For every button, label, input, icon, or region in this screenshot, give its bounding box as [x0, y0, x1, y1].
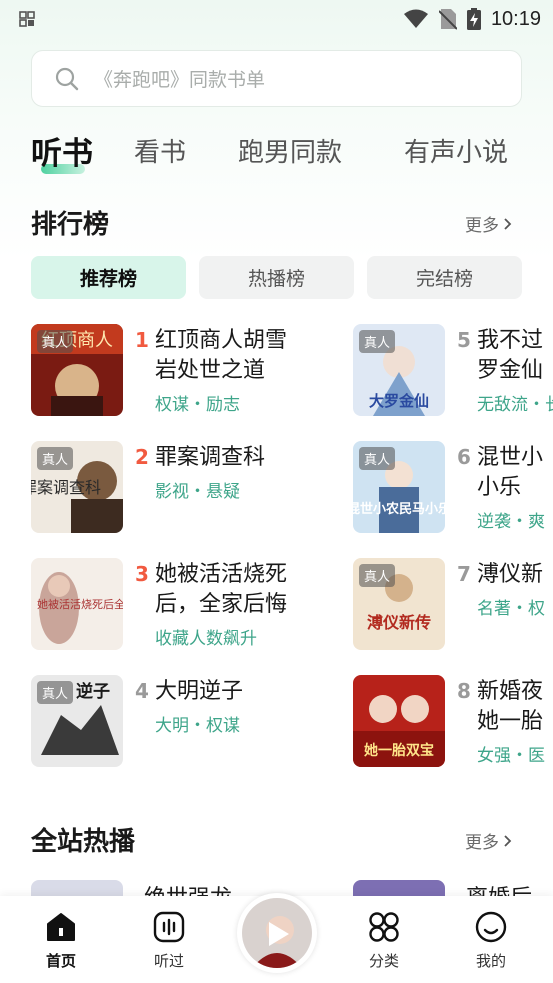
- nav-history-label: 听过: [153, 952, 184, 970]
- rank-number: 4: [135, 679, 149, 703]
- book-title: 新婚夜她一胎: [477, 679, 544, 734]
- ranking-item[interactable]: 溥仪新传 真人 7 溥仪新 名著・权: [353, 558, 553, 654]
- rank-number: 1: [135, 328, 149, 352]
- cover-title: 罪案调查科: [31, 478, 101, 497]
- book-title: 罪案调查科: [155, 445, 266, 470]
- nav-home-label: 首页: [45, 952, 76, 970]
- cover-title: 逆子: [76, 681, 110, 702]
- book-title: 大明逆子: [155, 679, 244, 704]
- app-grid-icon: [19, 11, 35, 27]
- nav-history[interactable]: 听过: [134, 910, 204, 971]
- rank-number: 6: [457, 445, 471, 469]
- hot-more-link[interactable]: 更多: [465, 828, 513, 853]
- chevron-right-icon: [504, 217, 512, 230]
- book-tags: 逆袭・爽: [477, 512, 545, 532]
- status-bar: 10:19: [0, 0, 553, 38]
- rank-number: 5: [457, 328, 471, 352]
- book-cover: 大罗金仙 真人: [353, 324, 445, 416]
- battery-icon: [466, 8, 481, 30]
- status-time: 10:19: [490, 7, 541, 30]
- ranking-more-link[interactable]: 更多: [465, 211, 513, 236]
- real-voice-badge: 真人: [37, 681, 74, 704]
- real-voice-badge: 真人: [359, 564, 396, 587]
- no-sim-icon: [438, 9, 457, 30]
- nav-home[interactable]: 首页: [26, 910, 96, 971]
- ranking-item[interactable]: 混世小农民马小乐 真人 6 混世小小乐 逆袭・爽: [353, 441, 553, 537]
- play-icon: [269, 922, 289, 946]
- hot-section-title: 全站热播: [31, 827, 136, 857]
- book-cover: 溥仪新传 真人: [353, 558, 445, 650]
- cover-title: 她被活活烧死后全家后悔了: [37, 597, 123, 611]
- book-tags: 大明・权谋: [155, 716, 240, 736]
- real-voice-badge: 真人: [359, 447, 396, 470]
- ranking-item[interactable]: 红顶商人 真人 1 红顶商人胡雪岩处世之道 权谋・励志: [31, 324, 331, 420]
- ranking-more-label: 更多: [465, 216, 499, 236]
- ranking-item[interactable]: 逆子 真人 4 大明逆子 大明・权谋: [31, 675, 331, 771]
- search-placeholder: 《奔跑吧》同款书单: [94, 69, 266, 91]
- cover-title: 她一胎双宝: [364, 742, 434, 759]
- book-cover: 她一胎双宝: [353, 675, 445, 767]
- category-tabs: 听书 看书 跑男同款 有声小说: [31, 128, 553, 178]
- ranking-item[interactable]: 她一胎双宝 8 新婚夜她一胎 女强・医: [353, 675, 553, 771]
- ranking-item[interactable]: 大罗金仙 真人 5 我不过罗金仙 无敌流・长: [353, 324, 553, 420]
- tab-recommend[interactable]: 推荐榜: [31, 256, 186, 299]
- book-cover: 混世小农民马小乐 真人: [353, 441, 445, 533]
- tab-read[interactable]: 看书: [134, 132, 186, 169]
- book-cover: 红顶商人 真人: [31, 324, 123, 416]
- rank-number: 3: [135, 562, 149, 586]
- book-title: 我不过罗金仙: [477, 328, 544, 383]
- book-tags: 无敌流・长: [477, 395, 553, 415]
- tab-listen[interactable]: 听书: [31, 128, 93, 173]
- book-title: 混世小小乐: [477, 445, 544, 500]
- book-tags: 收藏人数飙升: [155, 629, 257, 649]
- book-title: 红顶商人胡雪岩处世之道: [155, 328, 288, 383]
- book-cover: 罪案调查科 真人: [31, 441, 123, 533]
- search-input[interactable]: 《奔跑吧》同款书单: [31, 50, 522, 107]
- hot-more-label: 更多: [465, 833, 499, 853]
- ranking-title: 排行榜: [31, 210, 110, 240]
- tab-hot-play[interactable]: 热播榜: [199, 256, 354, 299]
- real-voice-badge: 真人: [37, 447, 74, 470]
- home-icon: [47, 913, 75, 941]
- book-tags: 影视・悬疑: [155, 482, 240, 502]
- cover-title: 混世小农民马小乐: [353, 501, 445, 517]
- nav-profile-label: 我的: [475, 952, 506, 970]
- tab-running-man[interactable]: 跑男同款: [238, 132, 342, 169]
- cover-title: 溥仪新传: [367, 613, 431, 632]
- nav-category-label: 分类: [368, 952, 399, 970]
- wifi-icon: [403, 9, 428, 28]
- book-title: 溥仪新: [477, 562, 544, 587]
- category-icon: [369, 912, 399, 942]
- rank-number: 2: [135, 445, 149, 469]
- nav-category[interactable]: 分类: [349, 910, 419, 971]
- ranking-item[interactable]: 罪案调查科 真人 2 罪案调查科 影视・悬疑: [31, 441, 331, 537]
- player-disc-button[interactable]: [237, 893, 317, 973]
- book-tags: 权谋・励志: [155, 395, 240, 415]
- search-icon: [55, 67, 79, 90]
- book-title: 她被活活烧死后，全家后悔: [155, 562, 288, 617]
- ranking-item[interactable]: 她被活活烧死后全家后悔了 3 她被活活烧死后，全家后悔 收藏人数飙升: [31, 558, 331, 654]
- book-tags: 女强・医: [477, 746, 545, 766]
- nav-profile[interactable]: 我的: [456, 910, 526, 971]
- cover-title: 大罗金仙: [369, 392, 429, 410]
- real-voice-badge: 真人: [37, 330, 74, 353]
- audio-wave-icon: [153, 911, 185, 943]
- chevron-right-icon: [504, 834, 512, 847]
- smile-icon: [475, 911, 507, 943]
- rank-number: 7: [457, 562, 471, 586]
- real-voice-badge: 真人: [359, 330, 396, 353]
- ranking-tabs: 推荐榜 热播榜 完结榜: [31, 256, 522, 299]
- tab-completed[interactable]: 完结榜: [367, 256, 522, 299]
- book-cover: 她被活活烧死后全家后悔了: [31, 558, 123, 650]
- book-tags: 名著・权: [477, 599, 545, 619]
- book-cover: 逆子 真人: [31, 675, 123, 767]
- tab-audio-novel[interactable]: 有声小说: [404, 132, 508, 169]
- rank-number: 8: [457, 679, 471, 703]
